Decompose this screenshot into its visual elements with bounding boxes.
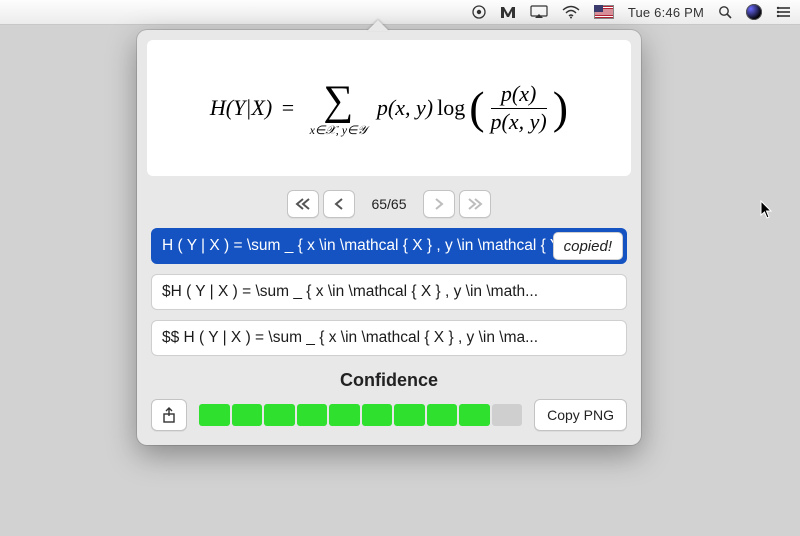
- history-pager: 65/65: [137, 190, 641, 218]
- confidence-segment: [329, 404, 360, 426]
- sigma-icon: ∑: [323, 80, 353, 122]
- copied-badge: copied!: [554, 233, 622, 259]
- last-button[interactable]: [459, 190, 491, 218]
- page-counter: 65/65: [371, 196, 406, 212]
- spotlight-icon[interactable]: [718, 0, 732, 24]
- confidence-segment: [232, 404, 263, 426]
- menubar-clock[interactable]: Tue 6:46 PM: [628, 0, 704, 24]
- confidence-segment: [492, 404, 523, 426]
- confidence-segment: [199, 404, 230, 426]
- result-text: $$ H ( Y | X ) = \sum _ { x \in \mathcal…: [162, 329, 616, 347]
- rendered-formula: H(Y|X) = ∑ x∈𝒳, y∈𝒴 p(x, y) log ( p(x) p…: [210, 80, 568, 136]
- mouse-cursor-icon: [760, 200, 774, 220]
- formula-preview: H(Y|X) = ∑ x∈𝒳, y∈𝒴 p(x, y) log ( p(x) p…: [147, 40, 631, 176]
- formula-term-pxy: p(x, y): [377, 95, 433, 121]
- confidence-segment: [459, 404, 490, 426]
- confidence-meter: [199, 404, 522, 426]
- latex-ocr-popover: H(Y|X) = ∑ x∈𝒳, y∈𝒴 p(x, y) log ( p(x) p…: [137, 30, 641, 445]
- result-row-plain[interactable]: H ( Y | X ) = \sum _ { x \in \mathcal { …: [151, 228, 627, 264]
- app-m-icon[interactable]: [500, 0, 516, 24]
- frac-numerator: p(x): [501, 82, 536, 106]
- airplay-icon[interactable]: [530, 0, 548, 24]
- formula-lhs: H(Y|X): [210, 95, 272, 121]
- bottom-bar: Confidence Copy PNG: [151, 370, 627, 431]
- share-button[interactable]: [151, 399, 187, 431]
- confidence-segment: [427, 404, 458, 426]
- notification-center-icon[interactable]: [776, 0, 792, 24]
- input-source-flag-icon[interactable]: [594, 0, 614, 24]
- copy-png-button[interactable]: Copy PNG: [534, 399, 627, 431]
- share-icon: [162, 407, 176, 423]
- macos-menubar: Tue 6:46 PM: [0, 0, 800, 25]
- result-text: $H ( Y | X ) = \sum _ { x \in \mathcal {…: [162, 283, 616, 301]
- confidence-segment: [297, 404, 328, 426]
- frac-denominator: p(x, y): [491, 110, 547, 134]
- result-text: H ( Y | X ) = \sum _ { x \in \mathcal { …: [162, 237, 616, 255]
- confidence-segment: [264, 404, 295, 426]
- first-button[interactable]: [287, 190, 319, 218]
- result-row-display-math[interactable]: $$ H ( Y | X ) = \sum _ { x \in \mathcal…: [151, 320, 627, 356]
- prev-button[interactable]: [323, 190, 355, 218]
- confidence-segment: [394, 404, 425, 426]
- confidence-segment: [362, 404, 393, 426]
- next-button[interactable]: [423, 190, 455, 218]
- result-row-inline-math[interactable]: $H ( Y | X ) = \sum _ { x \in \mathcal {…: [151, 274, 627, 310]
- record-icon[interactable]: [472, 0, 486, 24]
- formula-log: log: [437, 95, 465, 121]
- sum-subscript: x∈𝒳, y∈𝒴: [310, 124, 367, 136]
- confidence-label: Confidence: [151, 370, 627, 391]
- latex-results-list: H ( Y | X ) = \sum _ { x \in \mathcal { …: [151, 228, 627, 356]
- siri-icon[interactable]: [746, 0, 762, 24]
- wifi-icon[interactable]: [562, 0, 580, 24]
